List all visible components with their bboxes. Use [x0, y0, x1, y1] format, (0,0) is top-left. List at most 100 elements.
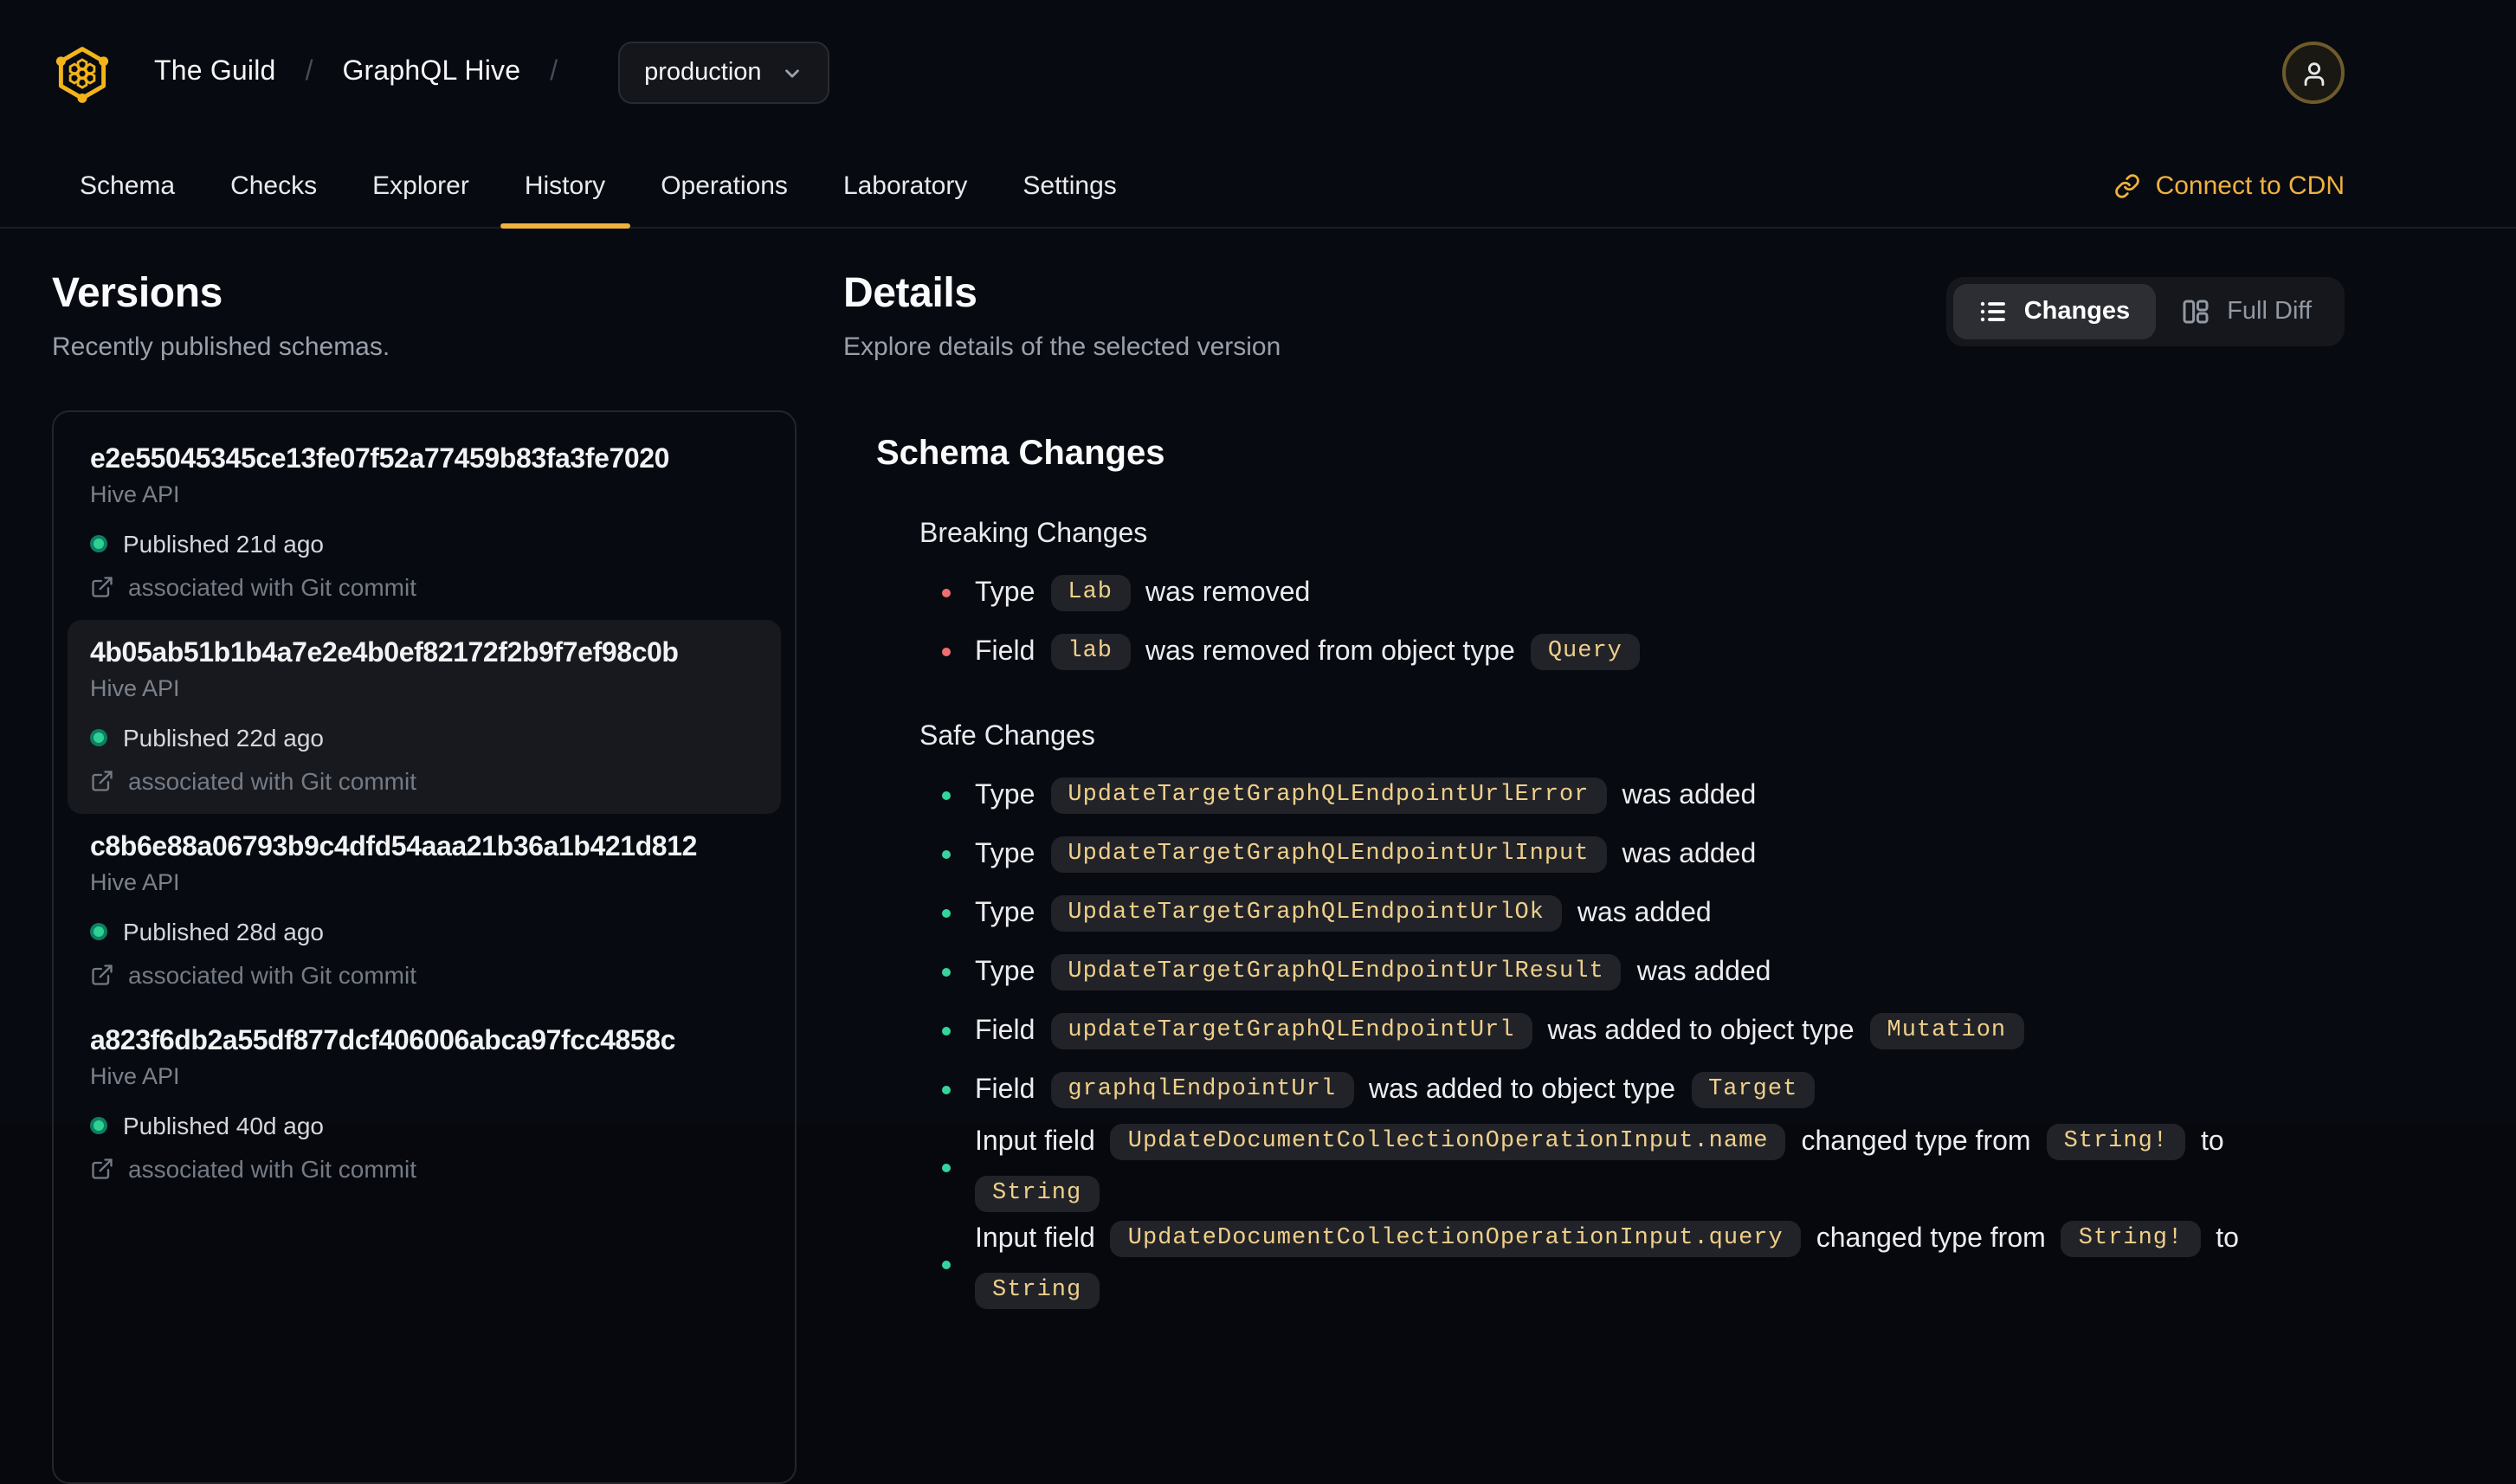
change-item-text: Type UpdateTargetGraphQLEndpointUrlInput w… — [975, 836, 1756, 873]
tab-settings[interactable]: Settings — [995, 145, 1144, 227]
change-text-segment: was added to object type — [1547, 1016, 1855, 1045]
version-published-row: Published 40d ago — [90, 1112, 758, 1139]
safe-changes-list: Type UpdateTargetGraphQLEndpointUrlError w… — [919, 771, 2345, 1309]
change-text-segment: was added — [1622, 780, 1757, 810]
published-status-dot — [90, 535, 107, 552]
changes-view-button[interactable]: Changes — [1952, 284, 2157, 339]
external-link-icon — [92, 1158, 113, 1179]
target-selector-dropdown[interactable]: production — [618, 42, 829, 104]
version-published-row: Published 21d ago — [90, 530, 758, 558]
git-commit-link[interactable]: associated with Git commit — [90, 1155, 758, 1183]
git-commit-text: associated with Git commit — [128, 767, 416, 795]
change-text-segment: was added to object type — [1369, 1074, 1676, 1104]
toggle-label: Changes — [2023, 298, 2131, 326]
change-text-segment: was added — [1577, 898, 1712, 927]
tab-checks[interactable]: Checks — [203, 145, 345, 227]
safe-bullet-dot — [942, 1261, 951, 1269]
details-heading-group: Details Explore details of the selected … — [843, 270, 1281, 362]
version-published-row: Published 28d ago — [90, 918, 758, 945]
change-text-segment: Input field — [975, 1126, 1095, 1156]
versions-subtitle: Recently published schemas. — [52, 332, 390, 362]
schema-coordinate-chip: UpdateTargetGraphQLEndpointUrlOk — [1050, 895, 1562, 932]
change-text-segment: was added — [1636, 957, 1771, 986]
safe-bullet-dot — [942, 1086, 951, 1094]
tab-explorer[interactable]: Explorer — [345, 145, 497, 227]
published-status-text: Published 22d ago — [123, 724, 324, 752]
columns-icon — [2182, 298, 2210, 326]
external-link-icon — [92, 577, 113, 597]
connect-to-cdn-label: Connect to CDN — [2155, 171, 2345, 201]
version-service: Hive API — [90, 675, 180, 701]
breadcrumb-project[interactable]: GraphQL Hive — [342, 57, 520, 88]
external-link-icon — [92, 771, 113, 791]
schema-coordinate-chip: String! — [2046, 1124, 2185, 1160]
user-menu-button[interactable] — [2282, 42, 2345, 104]
breaking-bullet-dot — [942, 589, 951, 597]
schema-changes-title: Schema Changes — [876, 435, 1165, 473]
change-text-segment: was removed from object type — [1145, 636, 1515, 666]
change-item-text: Input field UpdateDocumentCollectionOpera… — [975, 1124, 2345, 1212]
change-item: Type Lab was removed — [942, 568, 2345, 618]
breadcrumb-separator: / — [550, 57, 558, 87]
version-list-item[interactable]: 4b05ab51b1b4a7e2e4b0ef82172f2b9f7ef98c0b… — [68, 620, 781, 814]
change-text-segment: Type — [975, 898, 1035, 927]
change-text-segment: Field — [975, 1074, 1035, 1104]
version-service: Hive API — [90, 869, 180, 895]
version-published-row: Published 22d ago — [90, 724, 758, 752]
chevron-down-icon — [784, 68, 799, 77]
version-list-item[interactable]: e2e55045345ce13fe07f52a77459b83fa3fe7020… — [68, 426, 781, 620]
nav-tabs: Schema Checks Explorer History Operations Lab… — [52, 145, 1145, 229]
git-commit-link[interactable]: associated with Git commit — [90, 573, 758, 601]
change-text-segment: to — [2216, 1223, 2239, 1253]
change-text-segment: Input field — [975, 1223, 1095, 1253]
change-text-segment: Field — [975, 1016, 1035, 1045]
list-icon — [1979, 298, 2007, 326]
version-list-item[interactable]: a823f6db2a55df877dcf406006abca97fcc4858c… — [68, 1008, 781, 1202]
published-status-text: Published 40d ago — [123, 1112, 324, 1139]
schema-coordinate-chip: updateTargetGraphQLEndpointUrl — [1050, 1013, 1532, 1049]
user-icon — [2303, 61, 2324, 86]
change-text-segment: changed type from — [1816, 1223, 2046, 1253]
connect-to-cdn-button[interactable]: Connect to CDN — [2114, 145, 2345, 227]
tab-history[interactable]: History — [497, 145, 633, 229]
breadcrumb: The Guild / GraphQL Hive / production — [154, 42, 829, 104]
safe-bullet-dot — [942, 909, 951, 918]
git-commit-link[interactable]: associated with Git commit — [90, 767, 758, 795]
safe-bullet-dot — [942, 791, 951, 800]
change-item: Field lab was removed from object type Quer… — [942, 627, 2345, 677]
change-item-text: Field updateTargetGraphQLEndpointUrl was a… — [975, 1013, 2024, 1049]
schema-coordinate-chip: UpdateDocumentCollectionOperationInput.q… — [1110, 1221, 1801, 1257]
tab-schema[interactable]: Schema — [52, 145, 203, 227]
view-toggle-group: Changes Full Diff — [1945, 277, 2345, 346]
version-service: Hive API — [90, 1063, 180, 1089]
breadcrumb-org[interactable]: The Guild — [154, 57, 276, 88]
change-item: Type UpdateTargetGraphQLEndpointUrlResult… — [942, 947, 2345, 997]
details-header: Details Explore details of the selected … — [843, 270, 2345, 362]
git-commit-link[interactable]: associated with Git commit — [90, 961, 758, 989]
version-hash: a823f6db2a55df877dcf406006abca97fcc4858c — [90, 1027, 676, 1056]
change-item-text: Type UpdateTargetGraphQLEndpointUrlResult… — [975, 954, 1771, 990]
link-icon — [2114, 174, 2139, 198]
change-text-segment: Type — [975, 957, 1035, 986]
version-list-item[interactable]: c8b6e88a06793b9c4dfd54aaa21b36a1b421d812… — [68, 814, 781, 1008]
tab-operations[interactable]: Operations — [633, 145, 816, 227]
change-item: Field graphqlEndpointUrl was added to obje… — [942, 1065, 2345, 1115]
safe-bullet-dot — [942, 1027, 951, 1036]
schema-coordinate-chip: lab — [1050, 634, 1130, 670]
change-text-segment: Type — [975, 780, 1035, 810]
safe-changes-group: Safe Changes Type UpdateTargetGraphQLEndpo… — [876, 722, 2345, 1309]
hive-logo-icon[interactable] — [52, 42, 113, 103]
schema-coordinate-chip: String! — [2061, 1221, 2201, 1257]
tab-laboratory[interactable]: Laboratory — [816, 145, 995, 227]
change-item-text: Field lab was removed from object type Quer… — [975, 634, 1640, 670]
details-title: Details — [843, 270, 977, 317]
change-item-text: Type Lab was removed — [975, 575, 1310, 611]
version-service: Hive API — [90, 481, 180, 507]
change-text-segment: was removed — [1145, 577, 1311, 607]
versions-list: e2e55045345ce13fe07f52a77459b83fa3fe7020… — [52, 410, 797, 1484]
breaking-changes-group: Breaking Changes Type Lab was removed Field l… — [876, 519, 2345, 677]
full-diff-view-button[interactable]: Full Diff — [2156, 284, 2338, 339]
details-panel: Details Explore details of the selected … — [843, 270, 2345, 1484]
change-item: Field updateTargetGraphQLEndpointUrl was a… — [942, 1006, 2345, 1056]
safe-bullet-dot — [942, 968, 951, 977]
